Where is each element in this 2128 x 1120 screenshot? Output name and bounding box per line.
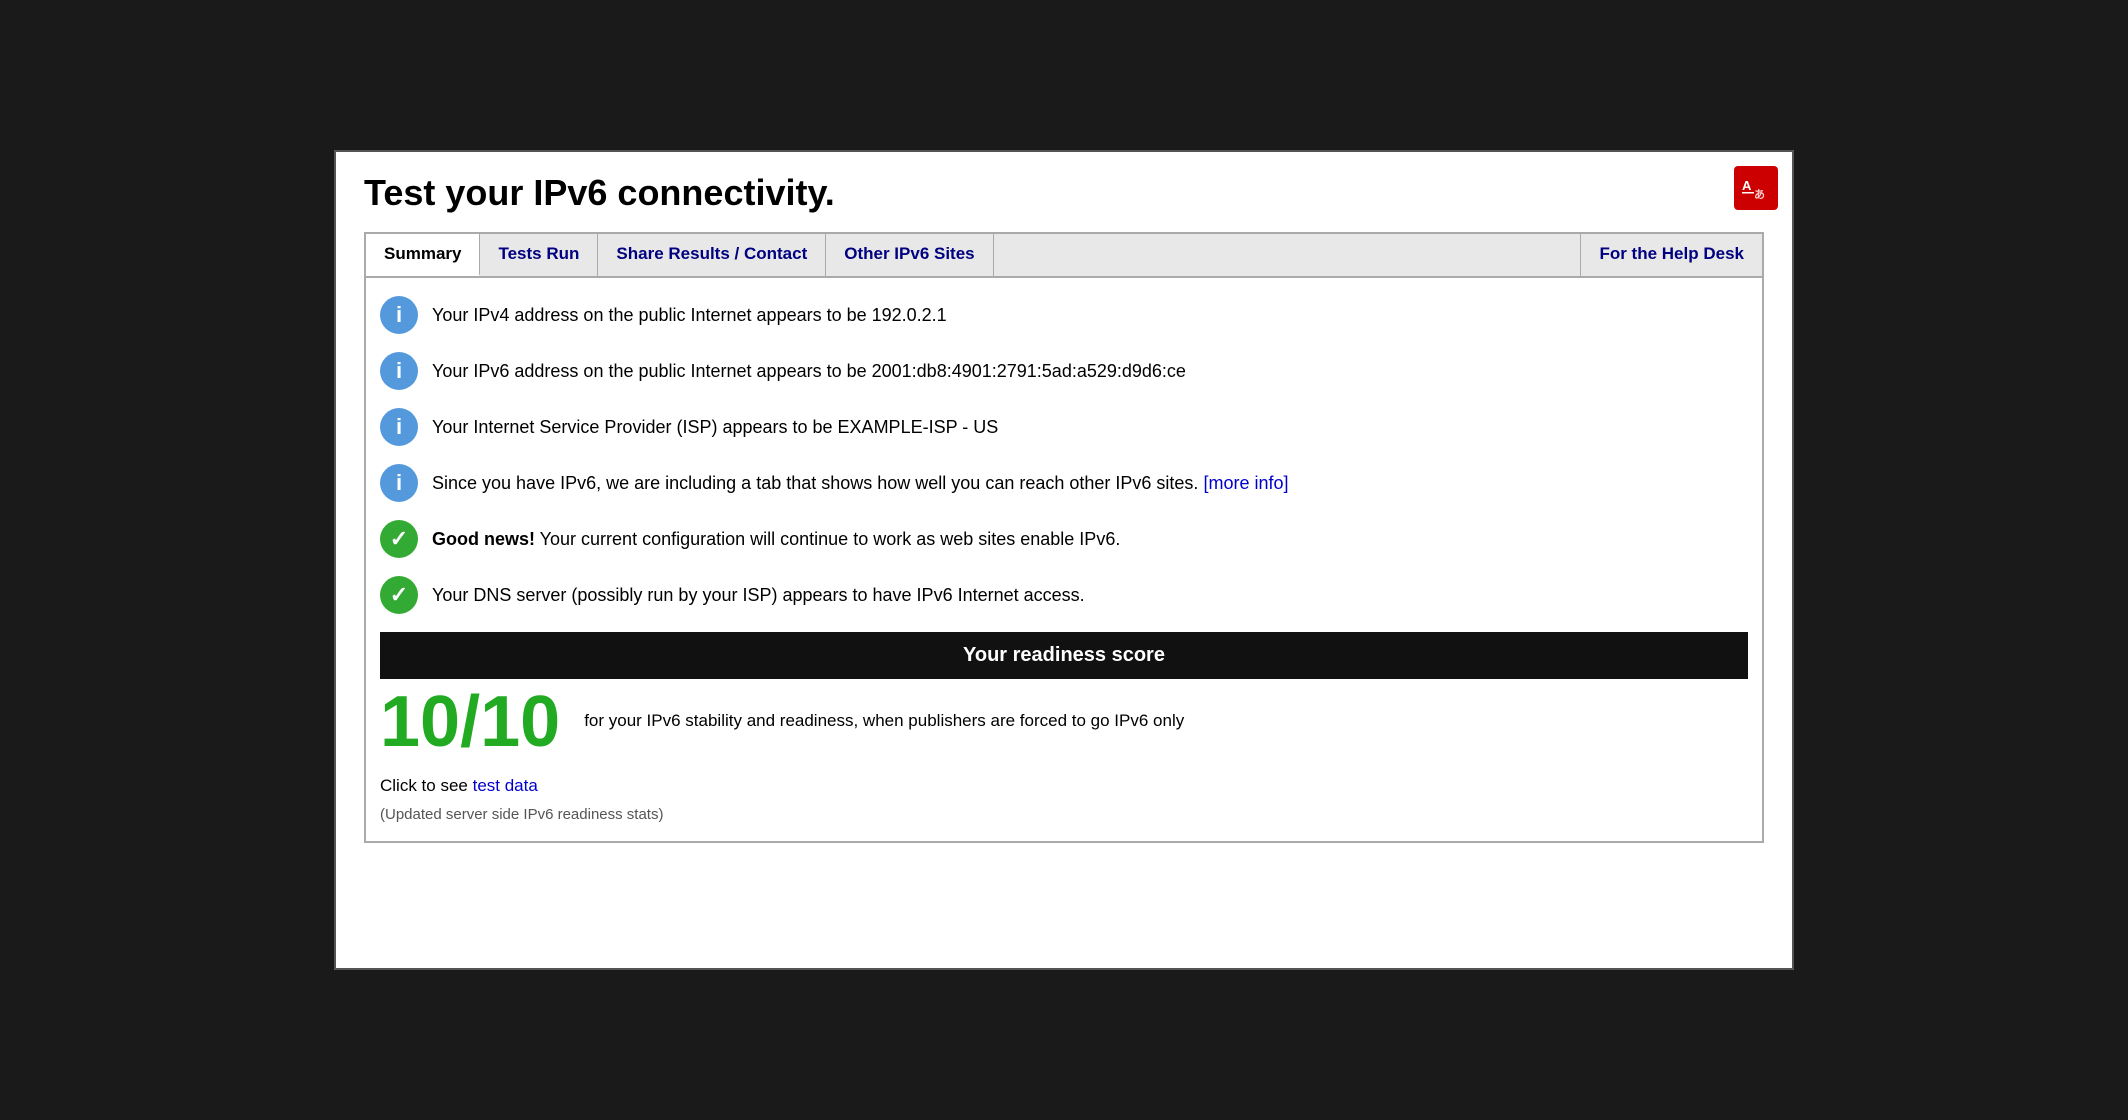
tab-tests-run[interactable]: Tests Run bbox=[480, 234, 598, 276]
tab-spacer bbox=[994, 234, 1581, 276]
info-icon-1: i bbox=[380, 296, 418, 334]
info-row-ipv6: i Your IPv6 address on the public Intern… bbox=[380, 352, 1748, 390]
main-window: A あ Test your IPv6 connectivity. Summary… bbox=[334, 150, 1794, 970]
page-title: Test your IPv6 connectivity. bbox=[364, 172, 1764, 214]
check-text-good-news: Good news! Your current configuration wi… bbox=[432, 520, 1120, 553]
info-text-ipv4: Your IPv4 address on the public Internet… bbox=[432, 296, 947, 329]
check-row-good-news: ✓ Good news! Your current configuration … bbox=[380, 520, 1748, 558]
content-area: i Your IPv4 address on the public Intern… bbox=[364, 278, 1764, 843]
tab-summary[interactable]: Summary bbox=[366, 234, 480, 276]
info-text-tab-info-main: Since you have IPv6, we are including a … bbox=[432, 473, 1198, 493]
more-info-link[interactable]: [more info] bbox=[1203, 473, 1288, 493]
info-text-tab-info: Since you have IPv6, we are including a … bbox=[432, 464, 1289, 497]
info-row-isp: i Your Internet Service Provider (ISP) a… bbox=[380, 408, 1748, 446]
info-icon-4: i bbox=[380, 464, 418, 502]
good-news-bold: Good news! bbox=[432, 529, 535, 549]
info-row-ipv4: i Your IPv4 address on the public Intern… bbox=[380, 296, 1748, 334]
updated-note: (Updated server side IPv6 readiness stat… bbox=[380, 806, 1748, 823]
tab-bar: Summary Tests Run Share Results / Contac… bbox=[364, 232, 1764, 278]
good-news-text: Your current configuration will continue… bbox=[535, 529, 1120, 549]
score-description: for your IPv6 stability and readiness, w… bbox=[584, 683, 1184, 731]
readiness-bar: Your readiness score bbox=[380, 632, 1748, 679]
tab-other-ipv6[interactable]: Other IPv6 Sites bbox=[826, 234, 993, 276]
check-text-dns: Your DNS server (possibly run by your IS… bbox=[432, 576, 1085, 609]
score-value: 10/10 bbox=[380, 683, 560, 762]
svg-text:A: A bbox=[1742, 178, 1752, 193]
svg-text:あ: あ bbox=[1754, 188, 1765, 201]
test-data-row: Click to see test data bbox=[380, 776, 1748, 796]
readiness-bar-label: Your readiness score bbox=[963, 644, 1165, 666]
tab-share-results[interactable]: Share Results / Contact bbox=[598, 234, 826, 276]
translate-icon[interactable]: A あ bbox=[1734, 166, 1778, 210]
check-row-dns: ✓ Your DNS server (possibly run by your … bbox=[380, 576, 1748, 614]
score-row: 10/10 for your IPv6 stability and readin… bbox=[380, 683, 1748, 762]
check-icon-1: ✓ bbox=[380, 520, 418, 558]
check-icon-2: ✓ bbox=[380, 576, 418, 614]
info-icon-2: i bbox=[380, 352, 418, 390]
test-data-prefix: Click to see bbox=[380, 776, 473, 795]
info-icon-3: i bbox=[380, 408, 418, 446]
info-text-ipv6: Your IPv6 address on the public Internet… bbox=[432, 352, 1186, 385]
info-row-tab-info: i Since you have IPv6, we are including … bbox=[380, 464, 1748, 502]
test-data-link[interactable]: test data bbox=[473, 776, 538, 795]
tab-help-desk[interactable]: For the Help Desk bbox=[1580, 234, 1762, 276]
info-text-isp: Your Internet Service Provider (ISP) app… bbox=[432, 408, 998, 441]
